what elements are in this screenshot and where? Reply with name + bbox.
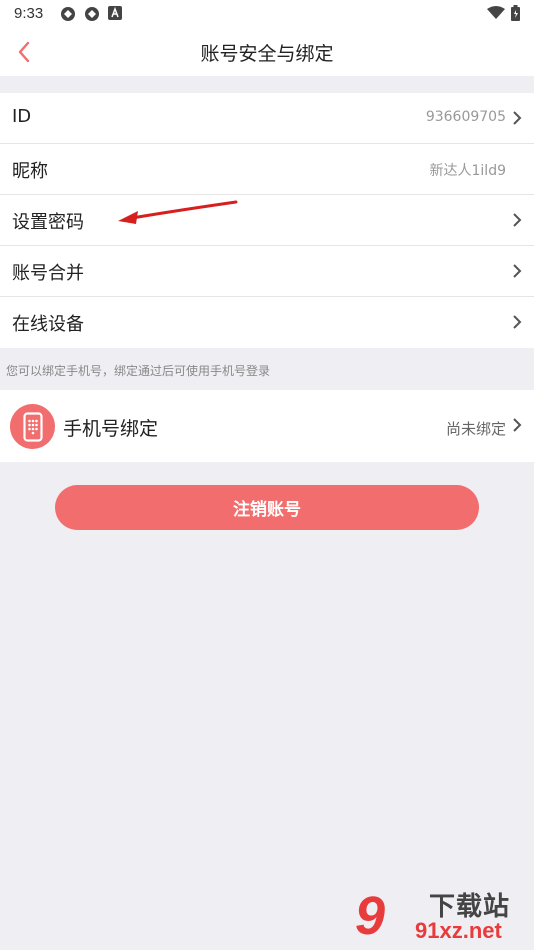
notification-app-icon <box>85 7 99 21</box>
chevron-right-icon <box>513 213 522 227</box>
chevron-right-icon <box>513 264 522 278</box>
phone-icon <box>22 411 43 442</box>
phone-binding-status: 尚未绑定 <box>445 420 506 438</box>
wifi-icon <box>487 6 505 19</box>
watermark-url: 91xz.net <box>415 918 502 943</box>
system-icons <box>487 5 520 21</box>
row-value: 936609705 <box>425 109 506 125</box>
status-bar: 9:33 <box>0 0 534 28</box>
phone-badge <box>10 404 55 449</box>
row-label: ID <box>12 106 32 127</box>
notification-app-icon <box>61 7 75 21</box>
row-label: 在线设备 <box>12 314 84 335</box>
nav-bar: 账号安全与绑定 <box>0 28 534 76</box>
chevron-right-icon <box>513 111 522 125</box>
row-value: 新达人1ild9 <box>429 163 506 179</box>
annotation-arrow-icon <box>118 200 238 224</box>
battery-icon <box>511 5 520 21</box>
page-title: 账号安全与绑定 <box>200 43 334 65</box>
row-label: 昵称 <box>12 161 48 182</box>
chevron-right-icon <box>513 315 522 329</box>
row-label: 设置密码 <box>12 212 84 233</box>
notification-icons <box>60 6 122 22</box>
binding-hint: 您可以绑定手机号，绑定通过后可使用手机号登录 <box>6 364 271 378</box>
site-watermark: 9 下载站 91xz.net <box>355 886 530 948</box>
status-time: 9:33 <box>14 5 44 22</box>
row-set-password[interactable]: 设置密码 <box>0 195 534 246</box>
row-label: 账号合并 <box>12 263 84 284</box>
chevron-right-icon <box>513 418 522 432</box>
notification-font-icon <box>108 6 122 20</box>
deactivate-account-button[interactable]: 注销账号 <box>55 485 479 530</box>
row-nickname[interactable]: 昵称 新达人1ild9 <box>0 144 534 195</box>
row-id[interactable]: ID 936609705 <box>0 93 534 144</box>
row-merge-account[interactable]: 账号合并 <box>0 246 534 297</box>
account-settings-list: ID 936609705 昵称 新达人1ild9 设置密码 账号合并 在线设备 <box>0 93 534 348</box>
phone-binding-label: 手机号绑定 <box>63 418 159 440</box>
row-online-devices[interactable]: 在线设备 <box>0 297 534 348</box>
phone-binding-row[interactable]: 手机号绑定 尚未绑定 <box>0 390 534 462</box>
watermark-number: 9 <box>355 886 386 946</box>
